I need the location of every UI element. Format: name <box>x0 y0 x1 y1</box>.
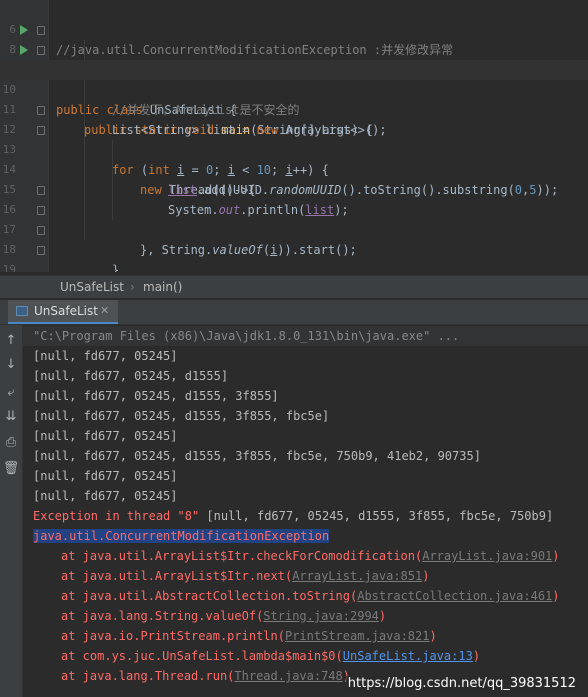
run-config-icon <box>16 306 28 316</box>
code-line[interactable]: 19 } <box>0 240 588 272</box>
line-number: 19 <box>2 263 16 272</box>
console-line: [null, fd677, 05245] <box>33 469 178 483</box>
console-line: [null, fd677, 05245, d1555, 3f855, fbc5e… <box>33 409 330 423</box>
console-line: [null, fd677, 05245, d1555, 3f855, fbc5e… <box>33 449 481 463</box>
code-line[interactable]: 13 new Thread(()->{ <box>0 120 588 197</box>
code-line[interactable]: 17 } <box>0 200 588 272</box>
code-line[interactable]: 18 } <box>0 220 588 256</box>
breadcrumb-separator: › <box>130 280 135 294</box>
code-line[interactable]: 6 //java.util.ConcurrentModificationExce… <box>0 0 588 57</box>
fold-icon[interactable] <box>37 186 45 195</box>
tab-label: UnSafeList <box>34 304 98 318</box>
run-gutter-icon[interactable] <box>20 25 28 35</box>
console-line: [null, fd677, 05245] <box>33 429 178 443</box>
console-output[interactable]: "C:\Program Files (x86)\Java\jdk1.8.0_13… <box>23 325 588 697</box>
scroll-to-end-icon[interactable]: ⇊ <box>1 407 21 427</box>
exception-line: Exception in thread "8" [null, fd677, 05… <box>33 506 553 526</box>
print-icon[interactable]: ⎙ <box>1 433 21 453</box>
run-toolbar: ↑ ↓ ⤶ ⇊ ⎙ 🗑 <box>0 325 23 697</box>
exception-class[interactable]: java.util.ConcurrentModificationExceptio… <box>33 529 330 543</box>
fold-icon[interactable] <box>37 206 45 215</box>
source-link[interactable]: UnSafeList.java:13 <box>343 649 473 663</box>
breadcrumb-class[interactable]: UnSafeList <box>60 276 124 298</box>
fold-icon[interactable] <box>37 26 45 35</box>
code-line[interactable]: 8 public class UnSafeList { <box>0 20 588 117</box>
fold-icon[interactable] <box>37 226 45 235</box>
stack-trace-line: at java.io.PrintStream.println(PrintStre… <box>61 629 437 643</box>
code-line[interactable]: 15 System.out.println(list); <box>0 160 588 217</box>
code-line[interactable]: 14 list.add(UUID.randomUUID().toString()… <box>0 140 588 197</box>
stack-trace-line: at java.lang.String.valueOf(String.java:… <box>61 609 387 623</box>
trash-icon[interactable]: 🗑 <box>1 459 21 479</box>
exception-prefix: Exception in thread "8" <box>33 509 207 523</box>
watermark: https://blog.csdn.net/qq_39831512 <box>345 676 578 691</box>
console-command: "C:\Program Files (x86)\Java\jdk1.8.0_13… <box>23 326 588 346</box>
source-link[interactable]: PrintStream.java:821 <box>285 629 430 643</box>
run-gutter-icon[interactable] <box>20 45 28 55</box>
console-line: [null, fd677, 05245] <box>33 489 178 503</box>
code-line[interactable]: 12 for (int i = 0; i < 10; i++) { <box>0 100 588 177</box>
stack-trace-line: at java.util.ArrayList$Itr.next(ArrayLis… <box>61 569 430 583</box>
source-link[interactable]: ArrayList.java:851 <box>292 569 422 583</box>
breadcrumb: UnSafeList › main() <box>0 275 588 298</box>
exception-class-line: java.util.ConcurrentModificationExceptio… <box>33 526 330 546</box>
stack-trace-line: at java.util.ArrayList$Itr.checkForComod… <box>61 549 560 563</box>
console-line: [null, fd677, 05245, d1555, 3f855] <box>33 389 279 403</box>
stack-trace-line: at java.lang.Thread.run(Thread.java:748) <box>61 669 350 683</box>
console-line: [null, fd677, 05245] <box>33 349 178 363</box>
fold-icon[interactable] <box>37 126 45 135</box>
breadcrumb-method[interactable]: main() <box>143 276 182 298</box>
run-tab-bar: UnSafeList ✕ <box>0 300 588 325</box>
tab-unsafelist[interactable]: UnSafeList ✕ <box>8 300 118 324</box>
stack-trace-line: at java.util.AbstractCollection.toString… <box>61 589 560 603</box>
fold-icon[interactable] <box>37 46 45 55</box>
code-line[interactable]: 11 List<String> list = new ArrayList<>()… <box>0 80 588 137</box>
fold-icon[interactable] <box>37 246 45 255</box>
source-link[interactable]: AbstractCollection.java:461 <box>357 589 552 603</box>
close-icon[interactable]: ✕ <box>100 300 109 322</box>
source-link[interactable]: ArrayList.java:901 <box>422 549 552 563</box>
fold-icon[interactable] <box>37 106 45 115</box>
arrow-down-icon[interactable]: ↓ <box>1 355 21 375</box>
code-line[interactable]: 16 }, String.valueOf(i)).start(); <box>0 180 588 257</box>
code-line-current[interactable]: 10 //并发下，ArrayList是不安全的 <box>0 60 588 117</box>
code-line[interactable]: 9 public static void main(String[] args)… <box>0 40 588 137</box>
exception-list: [null, fd677, 05245, d1555, 3f855, fbc5e… <box>206 509 554 523</box>
source-link[interactable]: String.java:2994 <box>263 609 379 623</box>
soft-wrap-icon[interactable]: ⤶ <box>1 383 21 403</box>
stack-trace-line: at com.ys.juc.UnSafeList.lambda$main$0(U… <box>61 649 481 663</box>
code-editor[interactable]: 6 //java.util.ConcurrentModificationExce… <box>0 0 588 272</box>
console-line: [null, fd677, 05245, d1555] <box>33 369 229 383</box>
source-link[interactable]: Thread.java:748 <box>234 669 342 683</box>
code-text: } <box>112 263 120 272</box>
arrow-up-icon[interactable]: ↑ <box>1 331 21 351</box>
